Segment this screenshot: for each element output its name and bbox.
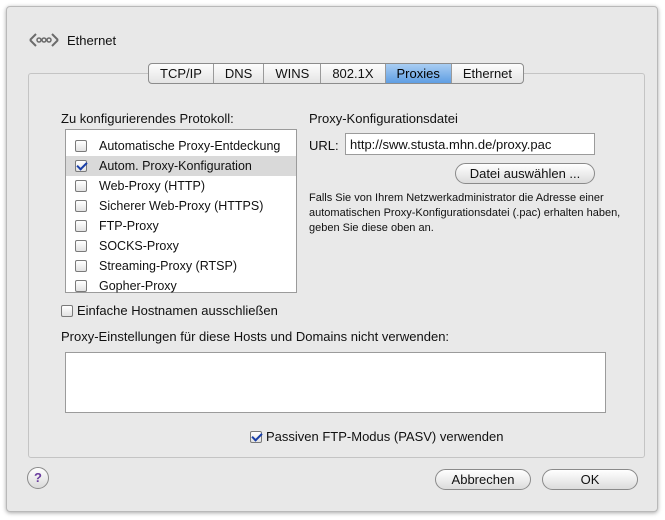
- protocol-checkbox[interactable]: [75, 160, 87, 172]
- protocol-list: Automatische Proxy-Entdeckung Autom. Pro…: [65, 129, 297, 293]
- protocol-label: SOCKS-Proxy: [99, 239, 179, 253]
- exclude-simple-hostnames-label: Einfache Hostnamen ausschließen: [77, 303, 278, 318]
- tab-tcpip[interactable]: TCP/IP: [149, 64, 214, 83]
- protocol-label: Streaming-Proxy (RTSP): [99, 259, 237, 273]
- ethernet-icon: [29, 33, 59, 47]
- protocol-label: Autom. Proxy-Konfiguration: [99, 159, 252, 173]
- tab-bar: TCP/IP DNS WINS 802.1X Proxies Ethernet: [148, 63, 525, 84]
- tab-8021x[interactable]: 802.1X: [321, 64, 386, 83]
- bypass-hosts-field[interactable]: [65, 352, 606, 413]
- cancel-button[interactable]: Abbrechen: [435, 469, 531, 490]
- protocol-checkbox[interactable]: [75, 260, 87, 272]
- protocol-item-socks[interactable]: SOCKS-Proxy: [66, 236, 296, 256]
- tab-dns[interactable]: DNS: [214, 64, 265, 83]
- protocol-label: FTP-Proxy: [99, 219, 159, 233]
- protocol-item-auto-discovery[interactable]: Automatische Proxy-Entdeckung: [66, 136, 296, 156]
- exclude-simple-hostnames-option[interactable]: Einfache Hostnamen ausschließen: [61, 303, 278, 318]
- protocol-checkbox[interactable]: [75, 280, 87, 292]
- tab-wins[interactable]: WINS: [264, 64, 322, 83]
- protocol-checkbox[interactable]: [75, 180, 87, 192]
- choose-file-button[interactable]: Datei auswählen ...: [455, 163, 595, 184]
- config-file-heading: Proxy-Konfigurationsdatei: [309, 111, 458, 126]
- network-dialog-window: Ethernet TCP/IP DNS WINS 802.1X Proxies …: [6, 6, 658, 512]
- protocol-label: Web-Proxy (HTTP): [99, 179, 206, 193]
- protocol-list-heading: Zu konfigurierendes Protokoll:: [61, 111, 234, 126]
- protocol-checkbox[interactable]: [75, 220, 87, 232]
- protocol-label: Sicherer Web-Proxy (HTTPS): [99, 199, 264, 213]
- url-field[interactable]: http://sww.stusta.mhn.de/proxy.pac: [345, 133, 595, 155]
- tab-proxies[interactable]: Proxies: [385, 64, 452, 83]
- protocol-item-https[interactable]: Sicherer Web-Proxy (HTTPS): [66, 196, 296, 216]
- protocol-item-http[interactable]: Web-Proxy (HTTP): [66, 176, 296, 196]
- protocol-item-rtsp[interactable]: Streaming-Proxy (RTSP): [66, 256, 296, 276]
- passive-ftp-checkbox[interactable]: [250, 430, 262, 443]
- protocol-checkbox[interactable]: [75, 240, 87, 252]
- window-header: Ethernet: [29, 27, 116, 53]
- protocol-item-ftp[interactable]: FTP-Proxy: [66, 216, 296, 236]
- exclude-simple-hostnames-checkbox[interactable]: [61, 304, 73, 317]
- config-info-text: Falls Sie von Ihrem Netzwerkadministrato…: [309, 192, 621, 234]
- tab-ethernet[interactable]: Ethernet: [452, 64, 523, 83]
- protocol-item-gopher[interactable]: Gopher-Proxy: [66, 276, 296, 296]
- window-title: Ethernet: [67, 32, 117, 48]
- help-button[interactable]: ?: [27, 467, 49, 489]
- proxies-panel: Zu konfigurierendes Protokoll: Automatis…: [28, 73, 645, 458]
- ok-button[interactable]: OK: [542, 469, 638, 490]
- passive-ftp-option[interactable]: Passiven FTP-Modus (PASV) verwenden: [250, 429, 503, 444]
- protocol-label: Automatische Proxy-Entdeckung: [99, 139, 281, 153]
- protocol-checkbox[interactable]: [75, 140, 87, 152]
- protocol-checkbox[interactable]: [75, 200, 87, 212]
- bypass-hosts-label: Proxy-Einstellungen für diese Hosts und …: [61, 329, 450, 344]
- url-label: URL:: [309, 138, 339, 153]
- protocol-label: Gopher-Proxy: [99, 279, 177, 293]
- protocol-item-auto-config[interactable]: Autom. Proxy-Konfiguration: [66, 156, 296, 176]
- passive-ftp-label: Passiven FTP-Modus (PASV) verwenden: [266, 429, 504, 444]
